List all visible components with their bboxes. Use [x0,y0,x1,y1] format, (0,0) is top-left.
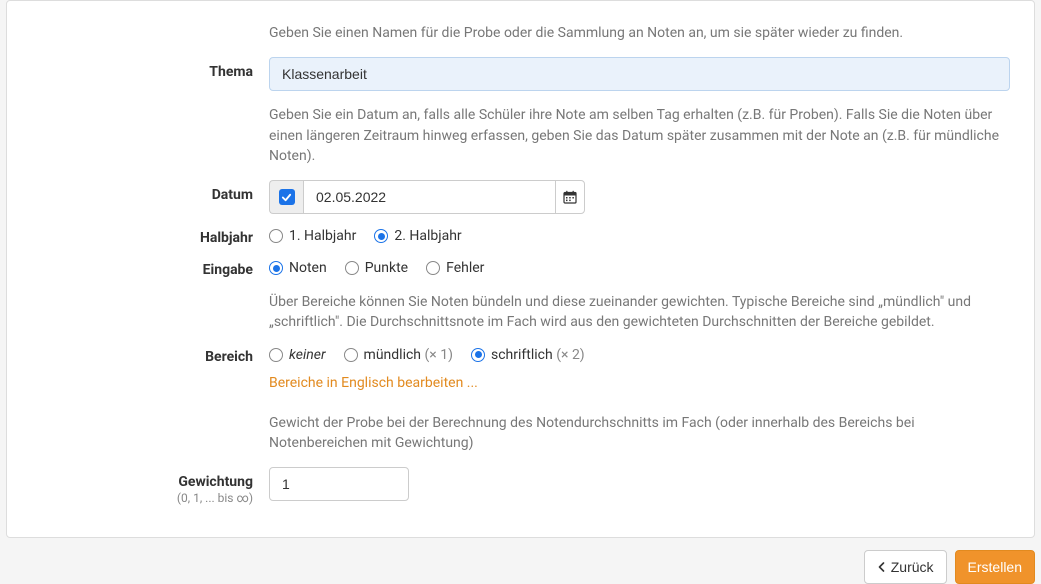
date-enable-checkbox[interactable] [279,189,295,205]
gewichtung-sublabel: (0, 1, ... bis ∞) [7,491,253,505]
bereich-radio-muendlich[interactable]: mündlich (× 1) [344,347,453,363]
thema-help-text: Geben Sie einen Namen für die Probe oder… [269,23,1010,43]
footer-actions: Zurück Erstellen [0,538,1041,584]
gewichtung-input[interactable] [269,467,409,501]
calendar-button[interactable] [555,180,585,214]
radio-icon [269,229,283,243]
bereich-radio-schriftlich[interactable]: schriftlich (× 2) [471,347,585,363]
eingabe-radio-punkte[interactable]: Punkte [345,260,408,276]
datum-help-text: Geben Sie ein Datum an, falls alle Schül… [269,105,1010,166]
arrow-left-icon [877,562,887,572]
datum-input[interactable] [303,180,555,214]
calendar-icon [563,190,577,204]
bereich-help-text: Über Bereiche können Sie Noten bündeln u… [269,292,1010,333]
radio-icon [344,348,358,362]
eingabe-label: Eingabe [203,262,253,278]
bereich-edit-link[interactable]: Bereiche in Englisch bearbeiten ... [269,375,478,391]
radio-icon [374,229,388,243]
radio-icon [345,261,359,275]
form-card: Geben Sie einen Namen für die Probe oder… [6,0,1035,538]
thema-label: Thema [209,64,253,80]
eingabe-radio-noten[interactable]: Noten [269,260,327,276]
halbjahr-radio-2[interactable]: 2. Halbjahr [374,228,461,244]
gewichtung-help-text: Gewicht der Probe bei der Berechnung des… [269,413,1010,454]
gewichtung-label: Gewichtung [178,474,253,490]
radio-icon [269,348,283,362]
submit-button[interactable]: Erstellen [955,550,1035,584]
bereich-radio-none[interactable]: keiner [269,347,326,363]
radio-icon [471,348,485,362]
halbjahr-label: Halbjahr [200,230,253,246]
radio-icon [269,261,283,275]
datum-label: Datum [212,187,253,203]
radio-icon [426,261,440,275]
eingabe-radio-fehler[interactable]: Fehler [426,260,484,276]
halbjahr-radio-1[interactable]: 1. Halbjahr [269,228,356,244]
thema-input[interactable] [269,57,1010,91]
bereich-label: Bereich [205,349,253,365]
back-button[interactable]: Zurück [864,550,947,584]
date-enable-wrapper [269,180,303,214]
